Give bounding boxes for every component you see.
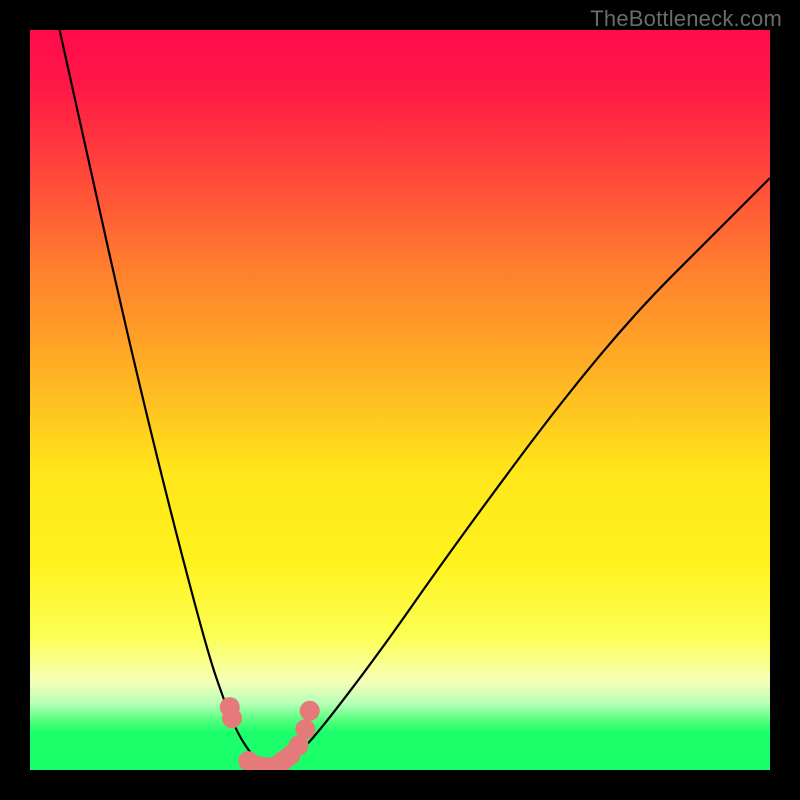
data-point [238,751,258,770]
data-point [300,701,320,721]
data-point [289,736,309,756]
data-point [268,755,288,770]
outer-frame: TheBottleneck.com [0,0,800,800]
data-point [220,697,240,717]
data-point [242,754,262,770]
curve-svg [30,30,770,770]
data-point [222,708,242,728]
data-point [249,756,269,770]
curve-markers [220,697,320,770]
data-point [257,757,277,770]
plot-area [30,30,770,770]
bottleneck-curve [60,30,770,770]
data-point [274,750,294,770]
watermark-text: TheBottleneck.com [590,6,782,32]
data-point [295,719,315,739]
data-point [280,745,300,765]
